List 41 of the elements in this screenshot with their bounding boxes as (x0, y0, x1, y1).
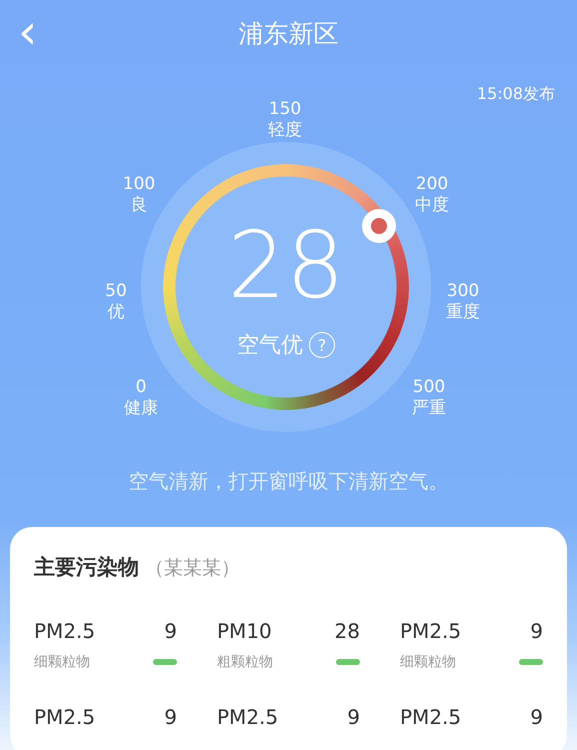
pollutant-name: PM2.5 (400, 705, 462, 729)
level-bar (153, 659, 177, 665)
level-bar (336, 659, 360, 665)
advice-text: 空气清新，打开窗呼吸下清新空气。 (128, 468, 450, 495)
scale-label: 轻度 (268, 120, 302, 142)
pollutant-name: PM2.5 (34, 705, 96, 729)
scale-label: 严重 (412, 398, 446, 420)
pollutant-value: 9 (164, 619, 177, 643)
pollutant-value: 28 (334, 619, 360, 643)
pollutant-description: 粗颗粒物 (217, 653, 273, 671)
pollutant-description: 细颗粒物 (400, 653, 456, 671)
pollutant-name: PM2.5 (217, 705, 278, 729)
scale-value: 0 (136, 376, 146, 398)
scale-value: 100 (122, 174, 156, 195)
aqi-value: 28 (227, 220, 345, 312)
scale-value: 150 (268, 98, 302, 120)
scale-value: 300 (446, 280, 480, 302)
card-title: 主要污染物 (34, 554, 139, 581)
pollutant-name: PM2.5 (400, 619, 462, 643)
pollutant-value: 9 (347, 705, 360, 729)
page-title: 浦东新区 (238, 18, 338, 50)
scale-label: 重度 (446, 302, 480, 324)
card-subtitle: （某某某） (145, 556, 240, 581)
pollutant-description: 细颗粒物 (34, 653, 90, 671)
scale-value: 500 (412, 376, 446, 398)
pollutant-name: PM2.5 (34, 619, 96, 643)
publish-time: 15:08发布 (476, 84, 555, 105)
pollutant-name: PM10 (217, 619, 272, 643)
pollutant-value: 9 (530, 705, 543, 729)
scale-value: 50 (105, 280, 127, 302)
help-button[interactable]: ? (309, 332, 335, 358)
pollutant-value: 9 (530, 619, 543, 643)
aqi-status: 空气优 (237, 332, 303, 360)
level-bar (519, 659, 543, 665)
scale-label: 中度 (415, 195, 449, 216)
scale-label: 健康 (124, 398, 158, 420)
pollutant-value: 9 (164, 705, 177, 729)
scale-value: 200 (416, 174, 448, 195)
scale-label: 优 (108, 302, 124, 324)
back-button[interactable]: ‹ (10, 8, 46, 56)
scale-label: 良 (130, 195, 148, 216)
